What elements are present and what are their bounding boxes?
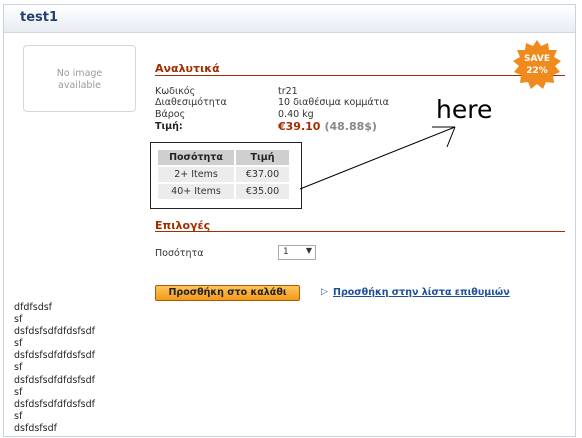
quantity-label: Ποσότητα: [155, 248, 204, 259]
description-line: sf: [14, 338, 23, 350]
description-line: sf: [14, 362, 23, 374]
quantity-select-value: 1: [283, 247, 289, 257]
add-to-wishlist-link[interactable]: Προσθήκη στην λίστα επιθυμιών: [333, 287, 510, 298]
quantity-select[interactable]: 1 ▼: [278, 245, 316, 260]
description-line: dsfdsfsdfdfdsfsdf: [14, 398, 95, 410]
options-divider: [155, 231, 565, 232]
annotation-text: here: [436, 95, 493, 124]
add-to-cart-button[interactable]: Προσθήκη στο καλάθι: [155, 285, 300, 301]
description-line: dsfdsfsdfdfdsfsdf: [14, 374, 95, 386]
description-line: dsfdsfsdfdfdsfsdf: [14, 326, 95, 338]
description-line: dsfdsfsdf: [14, 422, 57, 434]
product-description: dfdfsdsf sf dsfdsfsdfdfdsfsdf sf dsfdsfs…: [14, 302, 95, 435]
description-line: sf: [14, 410, 23, 422]
description-line: sf: [14, 386, 23, 398]
description-line: sf: [14, 314, 23, 326]
description-line: dfdfsdsf: [14, 302, 53, 313]
triangle-right-icon: ▷: [321, 287, 328, 297]
description-line: dsfdsfsdfdfdsfsdf: [14, 350, 95, 362]
chevron-down-icon: ▼: [305, 246, 312, 255]
